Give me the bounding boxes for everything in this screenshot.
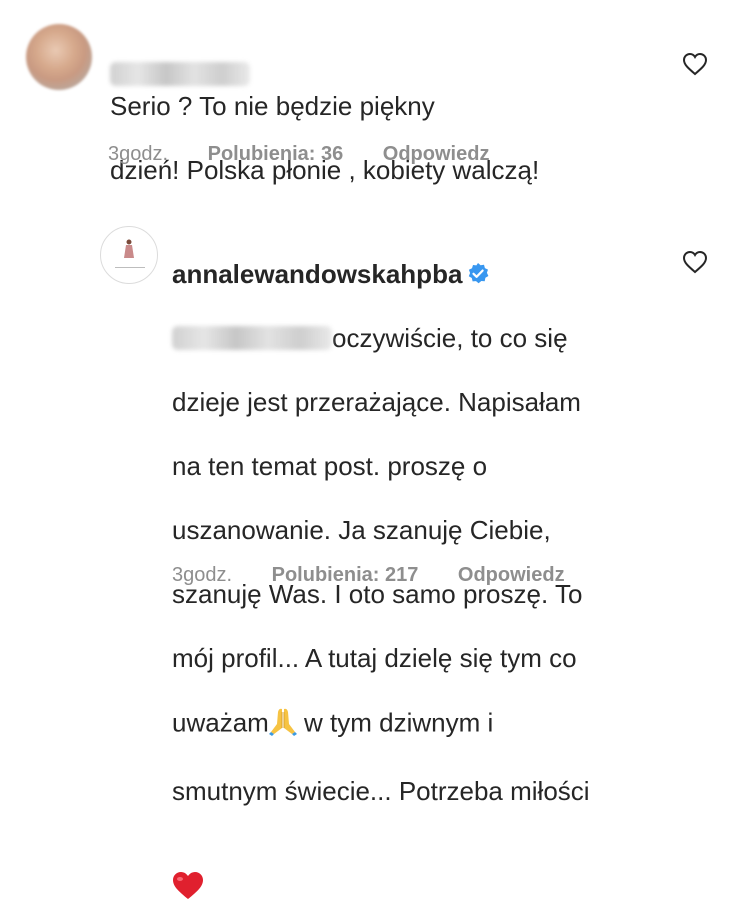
comment-2-line-8: smutnym świecie... Potrzeba miłości [172,776,590,806]
reply-button[interactable]: Odpowiedz [458,564,565,586]
likes-count-button[interactable]: Polubienia: 36 [208,143,344,165]
comment-username[interactable]: annalewandowskahpba [172,259,462,289]
reply-button[interactable]: Odpowiedz [383,143,490,165]
comment-2-line-1: oczywiście, to co się [332,323,568,353]
profile-avatar[interactable] [100,226,158,284]
blurred-mention[interactable] [172,326,332,350]
comment-2-line-6: mój profil... A tutaj dzielę się tym co [172,643,577,673]
folded-hands-emoji [268,706,297,743]
avatar-figure-icon [124,239,134,258]
likes-count-button[interactable]: Polubienia: 217 [272,564,419,586]
comment-2-line-7-start: uważam [172,707,269,738]
avatar-script-mark [115,263,145,268]
heart-outline-icon[interactable] [682,52,708,76]
verified-badge-icon [469,263,489,284]
comment-1-line-1: Serio ? To nie będzie piękny [110,91,435,121]
comment-1-meta: 3godz. Polubienia: 36 Odpowiedz [108,143,523,166]
comment-2-line-3: na ten temat post. proszę o [172,451,488,481]
commenter-avatar[interactable] [26,24,92,90]
heart-outline-icon[interactable] [682,250,708,274]
red-heart-emoji [172,839,204,908]
comment-2-meta: 3godz. Polubienia: 217 Odpowiedz [172,564,599,587]
comment-2-line-4: uszanowanie. Ja szanuję Ciebie, [172,515,551,545]
blurred-username[interactable] [110,62,250,86]
comment-2-line-7-end: w tym dziwnym i [296,707,494,738]
comment-2-line-2: dzieje jest przerażające. Napisałam [172,387,581,417]
comment-time: 3godz. [108,143,169,165]
comment-time: 3godz. [172,564,233,586]
